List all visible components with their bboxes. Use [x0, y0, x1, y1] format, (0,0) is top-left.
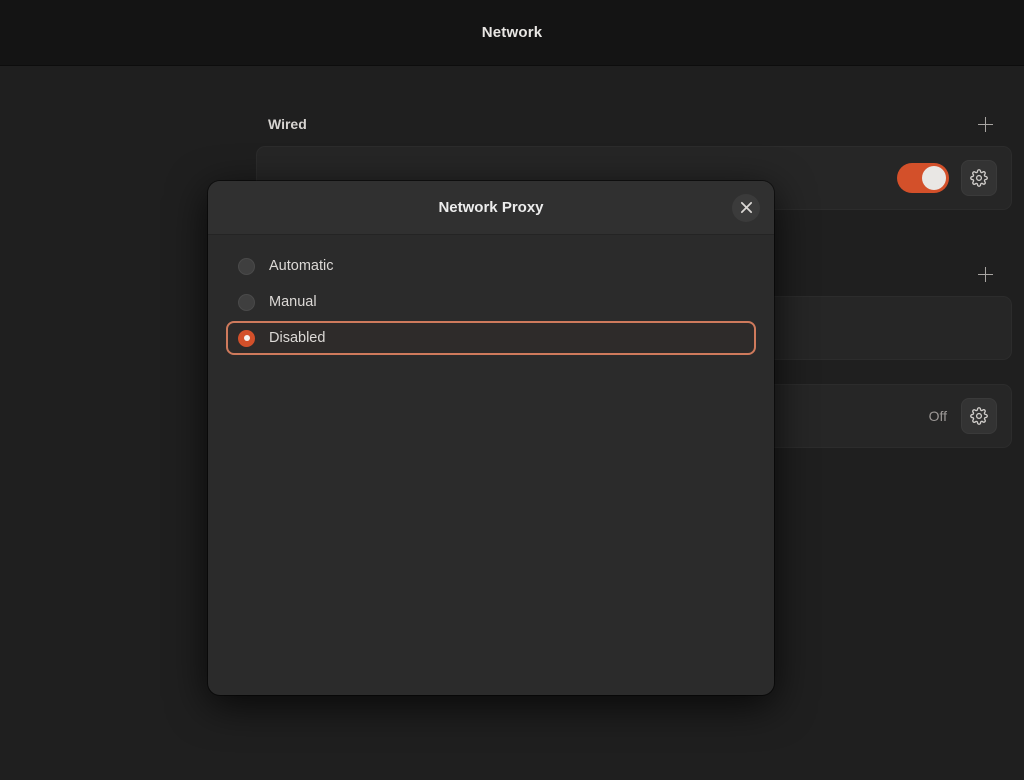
section-title-wired: Wired: [268, 116, 307, 132]
plus-icon: [978, 267, 993, 282]
status-badge: Off: [929, 408, 947, 424]
proxy-option-manual[interactable]: Manual: [226, 285, 756, 319]
wired-toggle-switch[interactable]: [897, 163, 949, 193]
close-button[interactable]: [732, 194, 760, 222]
proxy-option-disabled[interactable]: Disabled: [226, 321, 756, 355]
add-secondary-button[interactable]: [970, 259, 1000, 289]
proxy-option-automatic[interactable]: Automatic: [226, 249, 756, 283]
radio-icon[interactable]: [238, 294, 255, 311]
toggle-knob: [922, 166, 946, 190]
radio-icon[interactable]: [238, 258, 255, 275]
close-icon: [740, 201, 753, 214]
proxy-option-label: Manual: [269, 294, 317, 310]
wired-settings-button[interactable]: [961, 160, 997, 196]
off-settings-button[interactable]: [961, 398, 997, 434]
plus-icon: [978, 117, 993, 132]
gear-icon: [970, 407, 988, 425]
proxy-option-label: Disabled: [269, 330, 325, 346]
gear-icon: [970, 169, 988, 187]
dialog-header: Network Proxy: [208, 181, 774, 235]
page-title: Network: [482, 24, 543, 41]
dialog-content: Automatic Manual Disabled: [208, 235, 774, 355]
add-wired-button[interactable]: [970, 109, 1000, 139]
radio-icon-selected[interactable]: [238, 330, 255, 347]
dialog-title: Network Proxy: [438, 199, 543, 216]
window-header-bar: Network: [0, 0, 1024, 66]
network-proxy-dialog: Network Proxy Automatic Manual Disabled: [208, 181, 774, 695]
section-header-wired: Wired: [256, 102, 1012, 146]
proxy-option-label: Automatic: [269, 258, 333, 274]
